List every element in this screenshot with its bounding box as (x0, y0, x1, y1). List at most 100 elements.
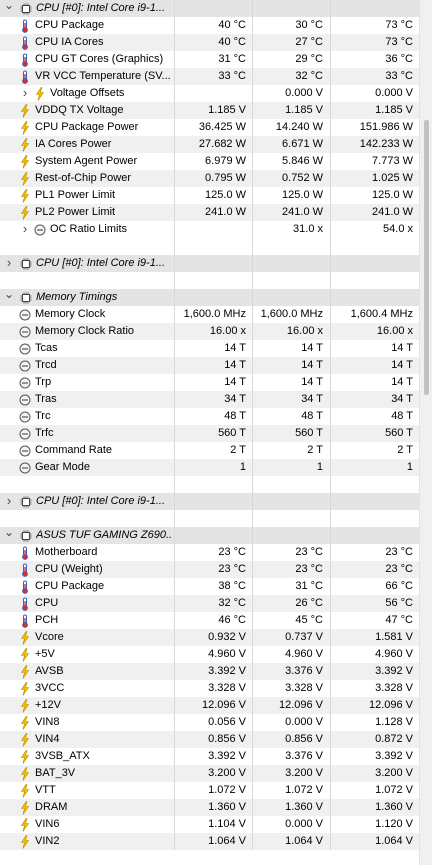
group-header[interactable]: › CPU [#0]: Intel Core i9-1... (0, 255, 419, 272)
sensor-row[interactable]: VIN4 0.856 V 0.856 V 0.872 V (0, 731, 419, 748)
maximum-value: 73 °C (385, 19, 413, 31)
sensor-row[interactable]: Trc 48 T 48 T 48 T (0, 408, 419, 425)
sensor-row[interactable]: BAT_3V 3.200 V 3.200 V 3.200 V (0, 765, 419, 782)
vertical-scrollbar[interactable] (419, 0, 432, 865)
sensor-name: PCH (35, 614, 59, 626)
maximum-value: 7.773 W (372, 155, 413, 167)
sensor-row[interactable]: PCH 46 °C 45 °C 47 °C (0, 612, 419, 629)
sensor-row[interactable]: CPU 32 °C 26 °C 56 °C (0, 595, 419, 612)
column-divider (252, 17, 253, 34)
lightning-bolt-icon (18, 799, 32, 816)
expand-chevron-icon[interactable]: › (19, 85, 31, 102)
scrollbar-thumb[interactable] (424, 120, 429, 395)
group-title: CPU [#0]: Intel Core i9-1... (36, 257, 165, 269)
sensor-row[interactable]: 3VSB_ATX 3.392 V 3.376 V 3.392 V (0, 748, 419, 765)
sensor-row[interactable]: VIN8 0.056 V 0.000 V 1.128 V (0, 714, 419, 731)
sensor-row[interactable]: System Agent Power 6.979 W 5.846 W 7.773 W (0, 153, 419, 170)
column-divider (252, 527, 253, 544)
column-divider (330, 221, 331, 238)
sensor-name: +12V (35, 699, 61, 711)
sensor-row[interactable]: CPU IA Cores 40 °C 27 °C 73 °C (0, 34, 419, 51)
column-divider (330, 493, 331, 510)
sensor-row[interactable]: AVSB 3.392 V 3.376 V 3.392 V (0, 663, 419, 680)
collapse-chevron-icon[interactable]: ⌄ (3, 0, 15, 17)
sensor-row[interactable]: Motherboard 23 °C 23 °C 23 °C (0, 544, 419, 561)
sensor-row[interactable]: +12V 12.096 V 12.096 V 12.096 V (0, 697, 419, 714)
collapse-chevron-icon[interactable]: ⌄ (3, 288, 15, 306)
clock-icon (18, 425, 32, 442)
minimum-value: 0.737 V (285, 631, 323, 643)
sensor-row[interactable]: Memory Clock 1,600.0 MHz 1,600.0 MHz 1,600.… (0, 306, 419, 323)
maximum-value: 3.392 V (375, 750, 413, 762)
expand-chevron-icon[interactable]: › (3, 493, 15, 510)
lightning-bolt-icon (18, 187, 32, 204)
sensor-row[interactable]: Vcore 0.932 V 0.737 V 1.581 V (0, 629, 419, 646)
column-divider (330, 680, 331, 697)
maximum-value: 1.025 W (372, 172, 413, 184)
column-divider (252, 357, 253, 374)
sensor-row[interactable]: CPU Package 40 °C 30 °C 73 °C (0, 17, 419, 34)
sensor-row[interactable]: IA Cores Power 27.682 W 6.671 W 142.233 W (0, 136, 419, 153)
collapse-chevron-icon[interactable]: ⌄ (3, 526, 15, 544)
column-divider (330, 476, 331, 493)
sensor-row[interactable]: › OC Ratio Limits 31.0 x 54.0 x (0, 221, 419, 238)
maximum-value: 1.581 V (375, 631, 413, 643)
sensor-row[interactable]: 3VCC 3.328 V 3.328 V 3.328 V (0, 680, 419, 697)
chip-icon (19, 0, 33, 17)
sensor-row[interactable]: VDDQ TX Voltage 1.185 V 1.185 V 1.185 V (0, 102, 419, 119)
sensor-name: OC Ratio Limits (50, 223, 128, 235)
group-header[interactable]: › CPU [#0]: Intel Core i9-1... (0, 493, 419, 510)
expand-chevron-icon[interactable]: › (3, 255, 15, 272)
sensor-row[interactable]: CPU (Weight) 23 °C 23 °C 23 °C (0, 561, 419, 578)
group-header[interactable]: ⌄ ASUS TUF GAMING Z690... (0, 526, 419, 544)
column-divider (174, 255, 175, 272)
sensor-name: Trc (35, 410, 51, 422)
sensor-row[interactable]: VR VCC Temperature (SV... 33 °C 32 °C 33 °C (0, 68, 419, 85)
spacer-row (0, 510, 419, 527)
minimum-value: 0.000 V (285, 818, 323, 830)
sensor-row[interactable]: VTT 1.072 V 1.072 V 1.072 V (0, 782, 419, 799)
column-divider (330, 85, 331, 102)
sensor-row[interactable]: Trfc 560 T 560 T 560 T (0, 425, 419, 442)
sensor-row[interactable]: DRAM 1.360 V 1.360 V 1.360 V (0, 799, 419, 816)
sensor-row[interactable]: +5V 4.960 V 4.960 V 4.960 V (0, 646, 419, 663)
current-value (176, 85, 246, 102)
column-divider (174, 34, 175, 51)
group-header[interactable]: ⌄ CPU [#0]: Intel Core i9-1... (0, 0, 419, 17)
current-value: 23 °C (218, 563, 246, 575)
sensor-row[interactable]: Tras 34 T 34 T 34 T (0, 391, 419, 408)
group-title: Memory Timings (36, 291, 118, 303)
sensor-row[interactable]: VIN6 1.104 V 0.000 V 1.120 V (0, 816, 419, 833)
maximum-value: 142.233 W (359, 138, 413, 150)
column-divider (330, 0, 331, 17)
sensor-row[interactable]: Memory Clock Ratio 16.00 x 16.00 x 16.00 x (0, 323, 419, 340)
spacer-row (0, 476, 419, 493)
clock-icon (18, 323, 32, 340)
group-header[interactable]: ⌄ Memory Timings (0, 288, 419, 306)
current-value: 14 T (224, 376, 246, 388)
sensor-row[interactable]: Tcas 14 T 14 T 14 T (0, 340, 419, 357)
minimum-value: 5.846 W (282, 155, 323, 167)
sensor-row[interactable]: Command Rate 2 T 2 T 2 T (0, 442, 419, 459)
current-value: 14 T (224, 342, 246, 354)
column-divider (330, 629, 331, 646)
sensor-row[interactable]: PL2 Power Limit 241.0 W 241.0 W 241.0 W (0, 204, 419, 221)
expand-chevron-icon[interactable]: › (19, 221, 31, 238)
sensor-row[interactable]: › Voltage Offsets 0.000 V 0.000 V (0, 85, 419, 102)
sensor-row[interactable]: CPU GT Cores (Graphics) 31 °C 29 °C 36 °C (0, 51, 419, 68)
sensor-row[interactable]: Gear Mode 1 1 1 (0, 459, 419, 476)
maximum-value: 1.120 V (375, 818, 413, 830)
sensor-row[interactable]: CPU Package 38 °C 31 °C 66 °C (0, 578, 419, 595)
sensor-row[interactable]: Trcd 14 T 14 T 14 T (0, 357, 419, 374)
column-divider (252, 170, 253, 187)
minimum-value: 29 °C (295, 53, 323, 65)
sensor-grid: ⌄ CPU [#0]: Intel Core i9-1... CPU Package… (0, 0, 419, 865)
sensor-name: CPU Package Power (35, 121, 139, 133)
sensor-row[interactable]: CPU Package Power 36.425 W 14.240 W 151.986… (0, 119, 419, 136)
column-divider (174, 510, 175, 527)
sensor-row[interactable]: VIN2 1.064 V 1.064 V 1.064 V (0, 833, 419, 850)
sensor-row[interactable]: PL1 Power Limit 125.0 W 125.0 W 125.0 W (0, 187, 419, 204)
column-divider (330, 272, 331, 289)
sensor-row[interactable]: Trp 14 T 14 T 14 T (0, 374, 419, 391)
sensor-row[interactable]: Rest-of-Chip Power 0.795 W 0.752 W 1.025 W (0, 170, 419, 187)
